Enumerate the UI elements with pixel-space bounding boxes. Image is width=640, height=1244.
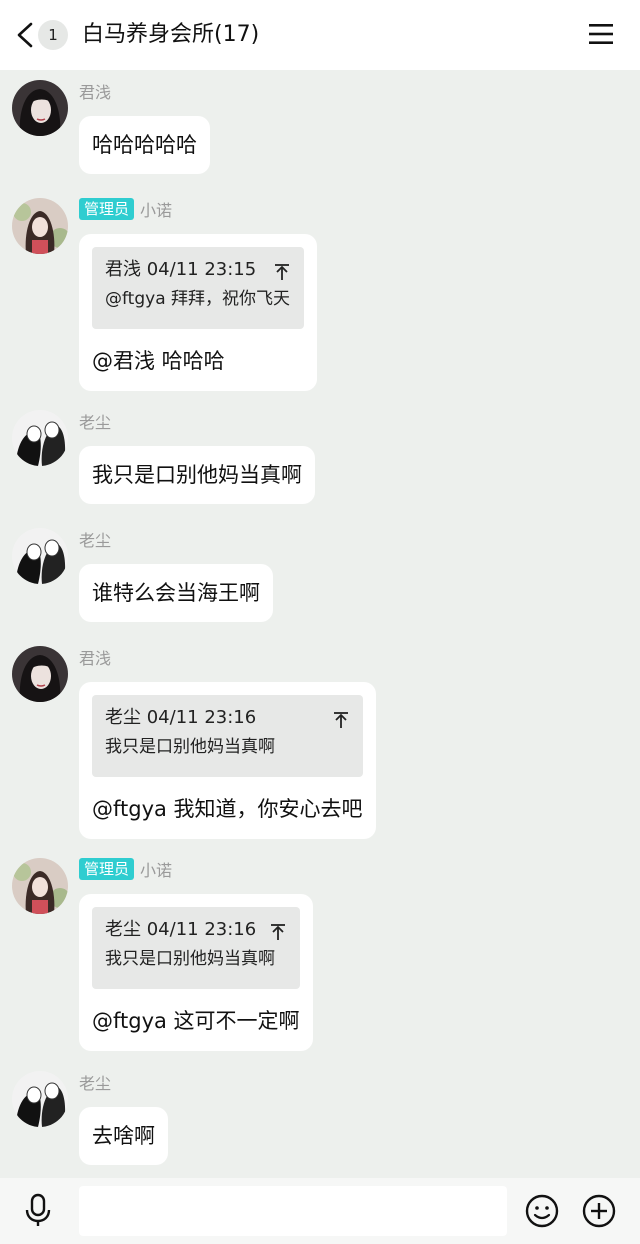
message-bubble[interactable]: 去啥啊 [79, 1107, 168, 1165]
microphone-icon[interactable] [24, 1193, 52, 1227]
avatar[interactable] [12, 528, 68, 584]
sender-name: 君浅 [79, 649, 112, 668]
quote-text: @ftgya 拜拜，祝你飞天 [105, 289, 291, 309]
admin-badge: 管理员 [79, 198, 135, 220]
sender-name: 小诺 [140, 861, 173, 880]
sender-name: 小诺 [140, 201, 173, 220]
quoted-message[interactable]: 老尘 04/11 23:16 我只是口别他妈当真啊 [92, 695, 363, 777]
sender-row: 君浅 [79, 646, 111, 668]
message-text: 我只是口别他妈当真啊 [92, 463, 302, 487]
unread-count-badge[interactable]: 1 [38, 20, 68, 50]
message-bubble[interactable]: 君浅 04/11 23:15 @ftgya 拜拜，祝你飞天 @君浅 哈哈哈 [79, 234, 318, 391]
avatar[interactable] [12, 858, 68, 914]
message-text: 谁特么会当海王啊 [92, 581, 260, 605]
sender-row: 管理员 小诺 [79, 858, 172, 880]
sender-name: 老尘 [79, 413, 112, 432]
sender-name: 老尘 [79, 1074, 112, 1093]
emoji-icon[interactable] [525, 1194, 559, 1228]
message-bubble[interactable]: 我只是口别他妈当真啊 [79, 446, 315, 504]
message-bubble[interactable]: 哈哈哈哈哈 [79, 116, 210, 174]
arrow-up-to-top-icon[interactable] [333, 711, 349, 729]
arrow-up-to-top-icon[interactable] [274, 263, 290, 281]
page-title: 白马养身会所(17) [82, 22, 260, 47]
avatar[interactable] [12, 410, 68, 466]
quoted-message[interactable]: 老尘 04/11 23:16 我只是口别他妈当真啊 [92, 907, 300, 989]
message-text: 哈哈哈哈哈 [92, 133, 197, 157]
hamburger-menu-icon[interactable] [589, 23, 613, 45]
plus-circle-icon[interactable] [582, 1194, 616, 1228]
quote-header: 老尘 04/11 23:16 [105, 919, 257, 940]
message-text: @君浅 哈哈哈 [92, 349, 225, 373]
message-input[interactable] [79, 1186, 507, 1236]
message-bubble[interactable]: 老尘 04/11 23:16 我只是口别他妈当真啊 @ftgya 这可不一定啊 [79, 894, 313, 1051]
sender-row: 管理员 小诺 [79, 198, 172, 220]
quote-text: 我只是口别他妈当真啊 [105, 949, 275, 969]
sender-row: 老尘 [79, 410, 111, 432]
sender-row: 老尘 [79, 528, 111, 550]
avatar[interactable] [12, 80, 68, 136]
quote-header: 君浅 04/11 23:15 [105, 259, 257, 280]
sender-row: 老尘 [79, 1071, 111, 1093]
admin-badge: 管理员 [79, 858, 135, 880]
chevron-left-icon[interactable] [14, 22, 38, 48]
quote-text: 我只是口别他妈当真啊 [105, 737, 275, 757]
sender-row: 君浅 [79, 80, 111, 102]
chat-header: 1 白马养身会所(17) [0, 0, 640, 70]
message-text: @ftgya 我知道，你安心去吧 [92, 797, 363, 821]
message-text: @ftgya 这可不一定啊 [92, 1009, 300, 1033]
sender-name: 老尘 [79, 531, 112, 550]
quote-header: 老尘 04/11 23:16 [105, 707, 257, 728]
message-bubble[interactable]: 谁特么会当海王啊 [79, 564, 273, 622]
sender-name: 君浅 [79, 83, 112, 102]
message-text: 去啥啊 [92, 1124, 155, 1148]
message-input-bar [0, 1178, 640, 1244]
avatar[interactable] [12, 198, 68, 254]
avatar[interactable] [12, 1071, 68, 1127]
arrow-up-to-top-icon[interactable] [270, 923, 286, 941]
avatar[interactable] [12, 646, 68, 702]
quoted-message[interactable]: 君浅 04/11 23:15 @ftgya 拜拜，祝你飞天 [92, 247, 305, 329]
message-bubble[interactable]: 老尘 04/11 23:16 我只是口别他妈当真啊 @ftgya 我知道，你安心… [79, 682, 376, 839]
